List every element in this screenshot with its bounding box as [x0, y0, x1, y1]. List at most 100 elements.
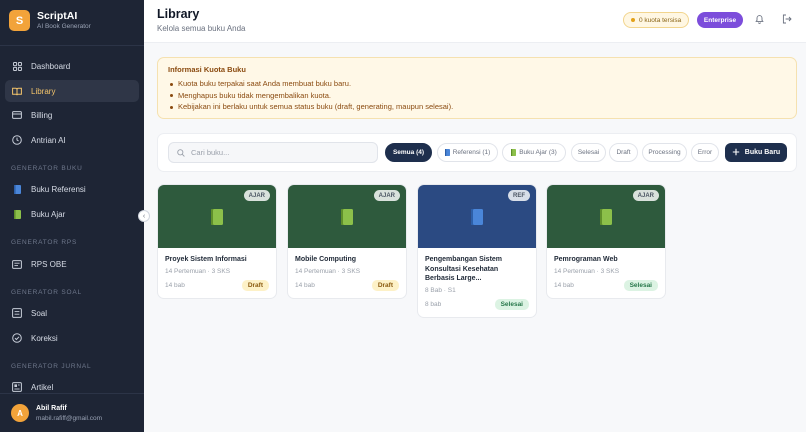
sidebar-item-library[interactable]: Library — [5, 80, 139, 102]
book-card-body: Mobile Computing 14 Pertemuan · 3 SKS 14… — [288, 248, 406, 298]
section-generator-rps: GENERATOR RPS — [11, 239, 78, 246]
book-card-body: Proyek Sistem Informasi 14 Pertemuan · 3… — [158, 248, 276, 298]
bell-icon[interactable] — [754, 13, 764, 25]
sidebar-item-koreksi[interactable]: Koreksi — [5, 327, 139, 349]
sidebar-item-label: Koreksi — [31, 333, 58, 343]
book-title: Pengembangan Sistem Konsultasi Kesehatan… — [425, 256, 503, 282]
book-type-badge: REF — [508, 190, 530, 201]
book-card[interactable]: AJAR Proyek Sistem Informasi 14 Pertemua… — [157, 184, 277, 299]
filter-selesai[interactable]: Selesai — [571, 143, 606, 162]
blue-book-icon — [444, 149, 450, 156]
quota-info-box: Informasi Kuota Buku Kuota buku terpakai… — [157, 57, 797, 119]
grid-icon — [12, 61, 22, 71]
brand-logo: S — [9, 10, 30, 31]
document-icon — [12, 259, 22, 269]
brand-name: ScriptAI — [37, 10, 78, 22]
book-chapters: 8 bab — [425, 300, 442, 308]
page-subtitle: Kelola semua buku Anda — [157, 24, 246, 33]
blue-book-icon — [12, 184, 22, 194]
book-meta: 14 Pertemuan · 3 SKS — [165, 267, 231, 275]
filter-draft[interactable]: Draft — [609, 143, 638, 162]
book-card-body: Pemrograman Web 14 Pertemuan · 3 SKS 14 … — [547, 248, 665, 298]
sidebar-item-dashboard[interactable]: Dashboard — [5, 55, 139, 77]
filter-label: Error — [697, 149, 713, 156]
book-cover: AJAR — [288, 185, 406, 248]
info-point: Kebijakan ini berlaku untuk semua status… — [168, 101, 786, 113]
book-type-badge: AJAR — [243, 190, 270, 201]
sidebar-item-label: Dashboard — [31, 61, 71, 71]
book-card[interactable]: REF Pengembangan Sistem Konsultasi Keseh… — [417, 184, 537, 318]
sidebar-item-label: Antrian AI — [31, 135, 66, 145]
sidebar-item-buku-ajar[interactable]: Buku Ajar — [5, 203, 139, 225]
newspaper-icon — [12, 382, 22, 392]
book-chapters: 14 bab — [554, 281, 574, 289]
user-profile[interactable]: A Abil Rafif mabil.rafiff@gmail.com — [0, 393, 144, 432]
page-title: Library — [157, 7, 200, 21]
list-icon — [12, 308, 22, 318]
collapse-sidebar-button[interactable]: ‹ — [138, 210, 150, 222]
filter-label: Buku Ajar (3) — [519, 149, 557, 156]
book-card[interactable]: AJAR Pemrograman Web 14 Pertemuan · 3 SK… — [546, 184, 666, 299]
filter-referensi[interactable]: Referensi (1) — [437, 143, 498, 162]
book-type-badge: AJAR — [632, 190, 659, 201]
sidebar-item-soal[interactable]: Soal — [5, 302, 139, 324]
avatar: A — [11, 404, 29, 422]
sidebar-item-label: Buku Ajar — [31, 209, 66, 219]
green-book-icon — [211, 208, 223, 225]
sidebar-item-antrian-ai[interactable]: Antrian AI — [5, 129, 139, 151]
filter-toolbar: Semua (4) Referensi (1) Buku Ajar (3) Se… — [157, 133, 797, 172]
sidebar-item-label: Library — [31, 86, 56, 96]
book-cover: AJAR — [547, 185, 665, 248]
brand-subtitle: AI Book Generator — [37, 23, 91, 30]
sidebar-item-billing[interactable]: Billing — [5, 104, 139, 126]
green-book-icon — [511, 149, 517, 156]
sidebar-item-rps-obe[interactable]: RPS OBE — [5, 253, 139, 275]
sidebar: S ScriptAI AI Book Generator Dashboard L… — [0, 0, 144, 432]
quota-dot-icon — [631, 18, 635, 22]
plus-icon — [732, 148, 740, 158]
book-title: Mobile Computing — [295, 256, 357, 263]
sidebar-item-label: Artikel — [31, 382, 54, 392]
filter-error[interactable]: Error — [691, 143, 719, 162]
header: Library Kelola semua buku Anda 0 kuota t… — [144, 0, 806, 43]
filter-processing[interactable]: Processing — [642, 143, 687, 162]
new-book-button[interactable]: Buku Baru — [725, 143, 787, 162]
book-title: Pemrograman Web — [554, 256, 618, 263]
brand[interactable]: S ScriptAI AI Book Generator — [9, 10, 91, 31]
book-footer: 14 bab Selesai — [554, 279, 658, 291]
filter-label: Selesai — [577, 149, 600, 156]
book-type-badge: AJAR — [373, 190, 400, 201]
status-badge: Draft — [241, 279, 269, 291]
status-badge: Selesai — [494, 298, 529, 310]
book-meta: 8 Bab · S1 — [425, 286, 456, 294]
info-title: Informasi Kuota Buku — [168, 65, 246, 74]
logout-icon[interactable] — [782, 13, 792, 25]
status-badge: Draft — [371, 279, 399, 291]
green-book-icon — [12, 209, 22, 219]
book-footer: 8 bab Selesai — [425, 298, 529, 310]
filter-semua[interactable]: Semua (4) — [385, 143, 432, 162]
quota-badge: 0 kuota tersisa — [623, 12, 690, 28]
section-generator-jurnal: GENERATOR JURNAL — [11, 363, 92, 370]
book-cover: REF — [418, 185, 536, 248]
book-title: Proyek Sistem Informasi — [165, 256, 247, 263]
section-generator-buku: GENERATOR BUKU — [11, 165, 83, 172]
credit-card-icon — [12, 110, 22, 120]
green-book-icon — [341, 208, 353, 225]
filter-buku-ajar[interactable]: Buku Ajar (3) — [502, 143, 566, 162]
enterprise-button[interactable]: Enterprise — [697, 12, 743, 28]
book-card[interactable]: AJAR Mobile Computing 14 Pertemuan · 3 S… — [287, 184, 407, 299]
clock-icon — [12, 135, 22, 145]
info-point: Kuota buku terpakai saat Anda membuat bu… — [168, 78, 786, 90]
check-circle-icon — [12, 333, 22, 343]
sidebar-item-buku-referensi[interactable]: Buku Referensi — [5, 178, 139, 200]
section-generator-soal: GENERATOR SOAL — [11, 289, 82, 296]
info-point: Menghapus buku tidak mengembalikan kuota… — [168, 90, 786, 102]
book-card-body: Pengembangan Sistem Konsultasi Kesehatan… — [418, 248, 536, 317]
green-book-icon — [600, 208, 612, 225]
book-meta: 14 Pertemuan · 3 SKS — [554, 267, 620, 275]
search-input[interactable] — [191, 148, 371, 157]
chevron-left-icon: ‹ — [142, 212, 146, 220]
divider — [0, 45, 144, 46]
search-box[interactable] — [168, 142, 378, 163]
